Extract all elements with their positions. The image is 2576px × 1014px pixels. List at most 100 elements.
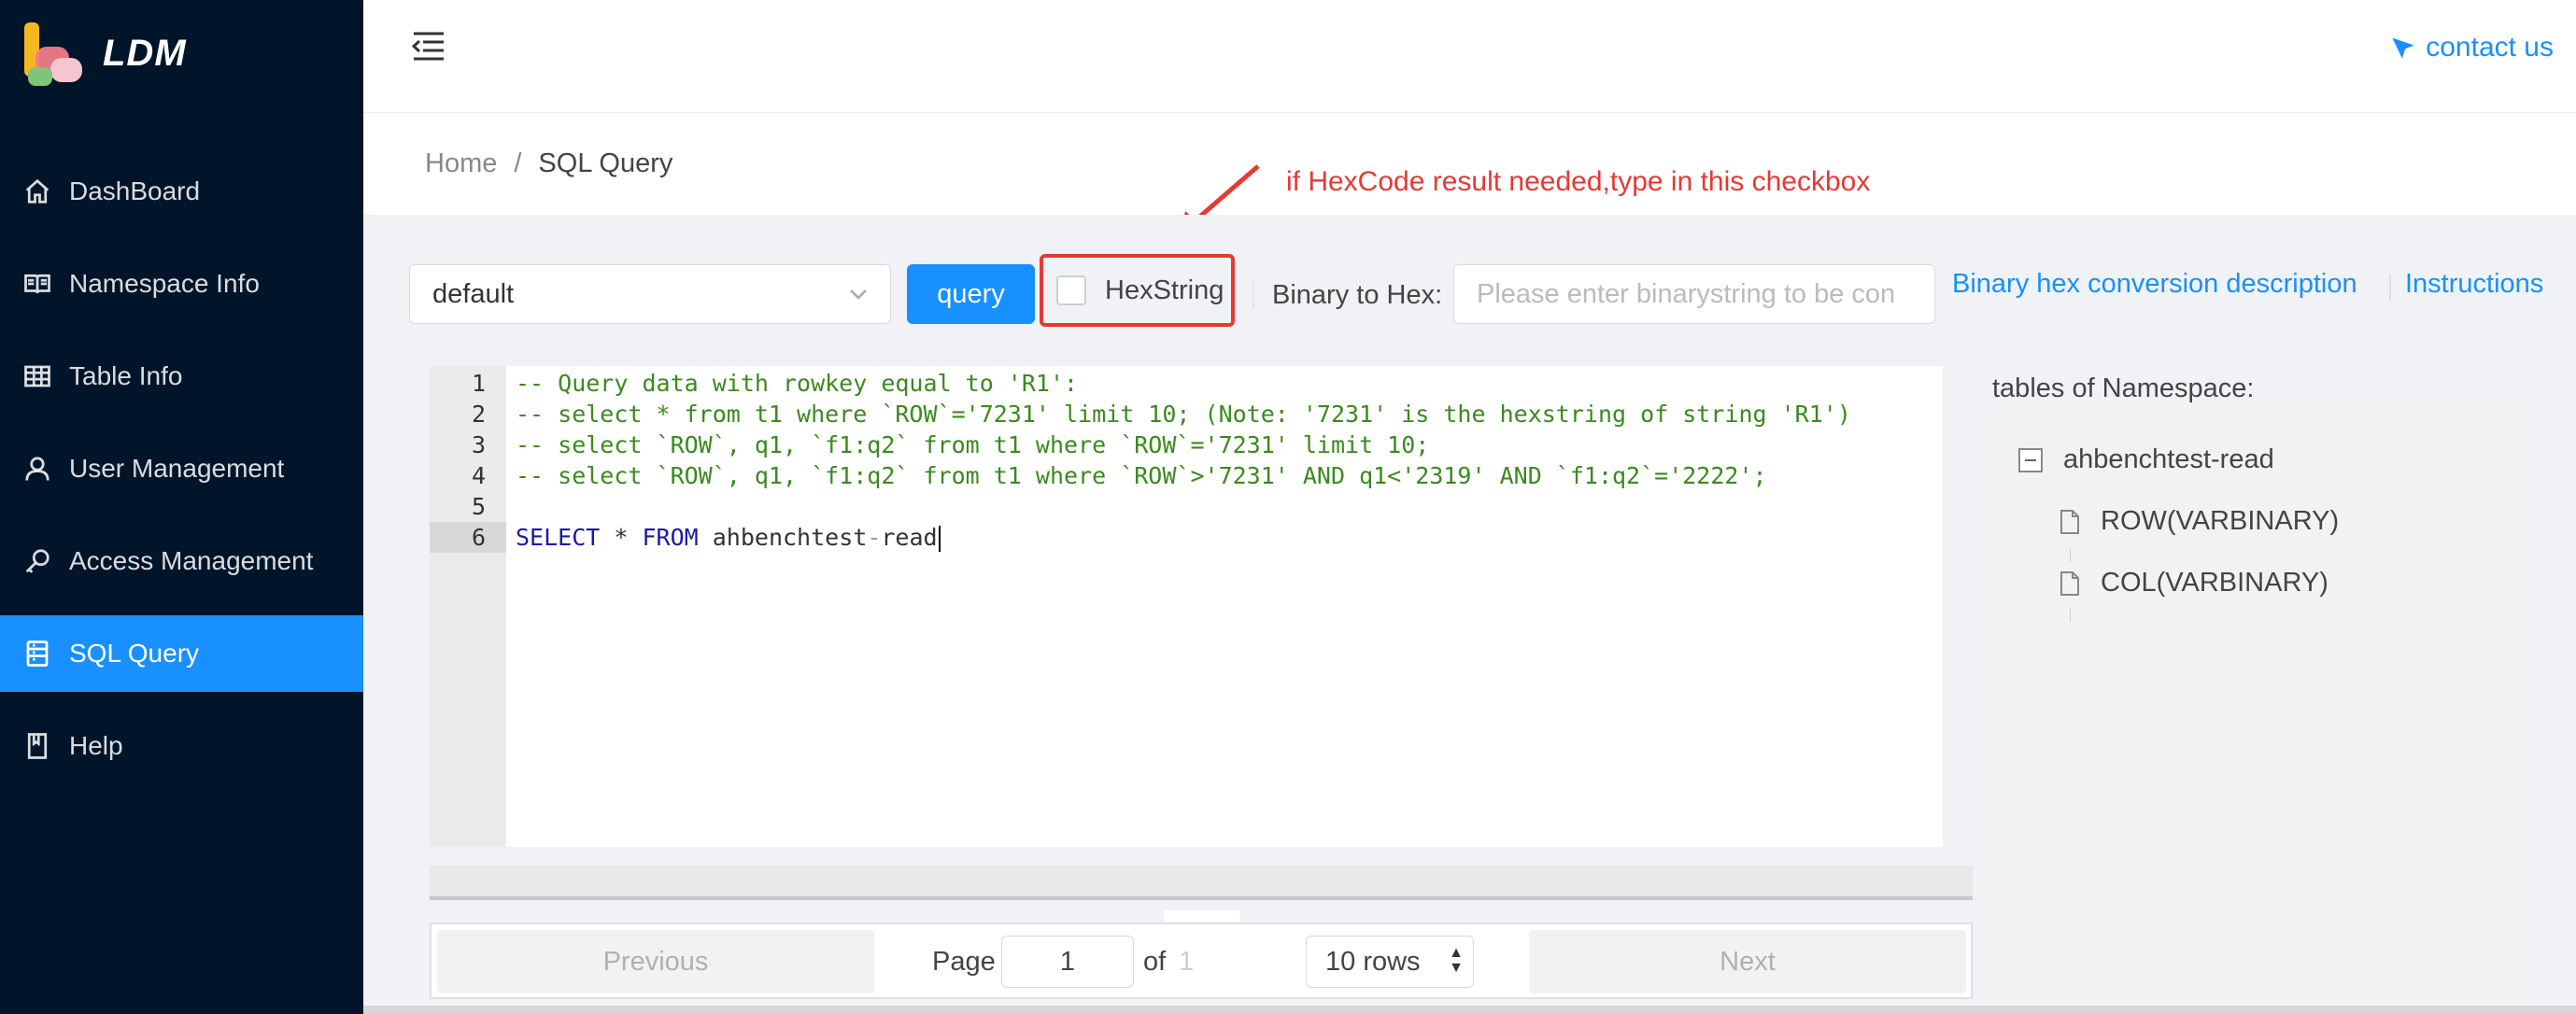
sidebar-item-namespace-info[interactable]: Namespace Info [0,246,363,322]
code-line: 5 [430,491,1943,522]
sidebar-menu: DashBoard Namespace Info Table Info User… [0,153,363,800]
sql-keyword: FROM [642,524,699,551]
rows-per-page-value: 10 rows [1325,946,1421,977]
hexstring-label: HexString [1105,275,1224,305]
tree-column-node[interactable]: ROW(VARBINARY) [2059,506,2339,537]
line-number: 4 [471,462,486,489]
text-caret [938,526,941,552]
sidebar-item-sql-query[interactable]: SQL Query [0,615,363,692]
previous-button[interactable]: Previous [437,930,874,993]
binary-to-hex-label: Binary to Hex: [1272,280,1443,310]
home-icon [22,176,52,206]
collapse-icon[interactable] [2018,447,2043,472]
sidebar-item-label: Access Management [69,546,314,575]
table-icon [22,361,52,391]
sidebar-item-label: Table Info [69,361,183,390]
sort-arrows-icon: ▲ ▼ [1449,945,1464,976]
book-icon [22,269,52,299]
line-number: 2 [471,401,486,428]
pagination: Previous Page of 1 10 rows ▲▼ Next [430,922,1973,999]
sidebar-item-help[interactable]: Help [0,708,363,784]
contact-us-link[interactable]: contact us [2390,32,2554,63]
logo[interactable]: LDM [22,21,187,86]
sidebar: LDM DashBoard Namespace Info Table Info … [0,0,363,1014]
line-number: 5 [471,493,486,520]
sidebar-item-dashboard[interactable]: DashBoard [0,153,363,230]
code-line: 2 -- select * from t1 where `ROW`='7231'… [430,399,1943,430]
binary-to-hex-input[interactable] [1453,264,1935,324]
tree-connector [2070,549,2071,562]
tables-tree: ahbenchtest-read ROW(VARBINARY) COL(VARB… [1992,409,2532,1014]
sidebar-item-user-management[interactable]: User Management [0,430,363,507]
logo-icon [22,21,84,86]
chevron-down-icon [847,282,870,304]
sidebar-item-label: User Management [69,454,285,483]
sql-text: ahbenchtest [698,524,868,551]
code-comment: -- Query data with rowkey equal to 'R1': [516,370,1079,397]
toolbar-divider [1253,280,1254,308]
breadcrumb: Home / SQL Query [425,148,672,179]
sidebar-item-table-info[interactable]: Table Info [0,338,363,415]
result-header [430,866,1973,899]
breadcrumb-home[interactable]: Home [425,148,497,179]
of-label: of [1143,947,1167,977]
column-name: COL(VARBINARY) [2101,568,2328,598]
database-icon [22,639,52,669]
key-icon [22,546,52,576]
code-line: 3 -- select `ROW`, q1, `f1:q2` from t1 w… [430,430,1943,460]
total-pages: 1 [1179,947,1195,977]
help-book-icon [22,731,52,761]
code-line: 1 -- Query data with rowkey equal to 'R1… [430,368,1943,399]
link-divider [2389,274,2391,300]
sql-keyword: SELECT [516,524,601,551]
code-text: SELECT * FROM ahbenchtest-read [516,522,941,553]
page-label: Page [932,947,996,977]
namespace-select-value: default [432,278,515,309]
annotation-text: if HexCode result needed,type in this ch… [1286,166,1871,197]
page-number-input[interactable] [1001,936,1134,988]
sql-operator: - [867,524,882,551]
next-button[interactable]: Next [1529,930,1966,993]
instructions-link[interactable]: Instructions [2405,269,2543,300]
query-button[interactable]: query [907,264,1035,324]
sidebar-item-label: DashBoard [69,176,201,205]
code-comment: -- select `ROW`, q1, `f1:q2` from t1 whe… [516,431,1430,458]
file-icon [2059,509,2080,535]
sql-text: * [600,524,643,551]
resize-handle[interactable] [1164,910,1240,922]
sidebar-item-label: Namespace Info [69,269,260,298]
rows-per-page-select[interactable]: 10 rows ▲ ▼ [1306,936,1474,988]
namespace-select[interactable]: default [409,264,891,324]
breadcrumb-current: SQL Query [538,148,673,178]
tables-panel-title: tables of Namespace: [1992,373,2255,403]
file-icon [2059,570,2080,597]
sidebar-item-label: SQL Query [69,639,200,668]
contact-us-label: contact us [2426,32,2554,63]
menu-fold-icon[interactable] [410,28,447,65]
send-icon [2392,37,2414,59]
line-number: 1 [471,370,486,397]
user-icon [22,454,52,484]
sql-editor[interactable]: 1 -- Query data with rowkey equal to 'R1… [430,366,1943,847]
sql-text: read [881,524,938,551]
sidebar-item-access-management[interactable]: Access Management [0,523,363,599]
bottom-scroll-strip [363,1006,2576,1014]
tree-column-node[interactable]: COL(VARBINARY) [2059,568,2328,599]
table-name: ahbenchtest-read [2063,444,2274,474]
result-divider [430,896,1973,900]
sidebar-item-label: Help [69,731,123,760]
hexstring-checkbox-group[interactable]: HexString [1040,254,1235,327]
line-number: 6 [430,522,506,553]
code-line: 4 -- select `ROW`, q1, `f1:q2` from t1 w… [430,460,1943,491]
tree-connector [2070,609,2071,622]
code-line-active: 6 SELECT * FROM ahbenchtest-read [430,522,1943,553]
conversion-description-link[interactable]: Binary hex conversion description [1952,269,2357,300]
line-number: 3 [471,431,486,458]
breadcrumb-bar: Home / SQL Query [363,112,2576,215]
column-name: ROW(VARBINARY) [2101,506,2340,536]
hexstring-checkbox[interactable] [1056,275,1086,305]
tree-table-node[interactable]: ahbenchtest-read [2018,444,2274,475]
code-comment: -- select * from t1 where `ROW`='7231' l… [516,401,1851,428]
logo-text: LDM [103,32,187,74]
code-comment: -- select `ROW`, q1, `f1:q2` from t1 whe… [516,462,1767,489]
